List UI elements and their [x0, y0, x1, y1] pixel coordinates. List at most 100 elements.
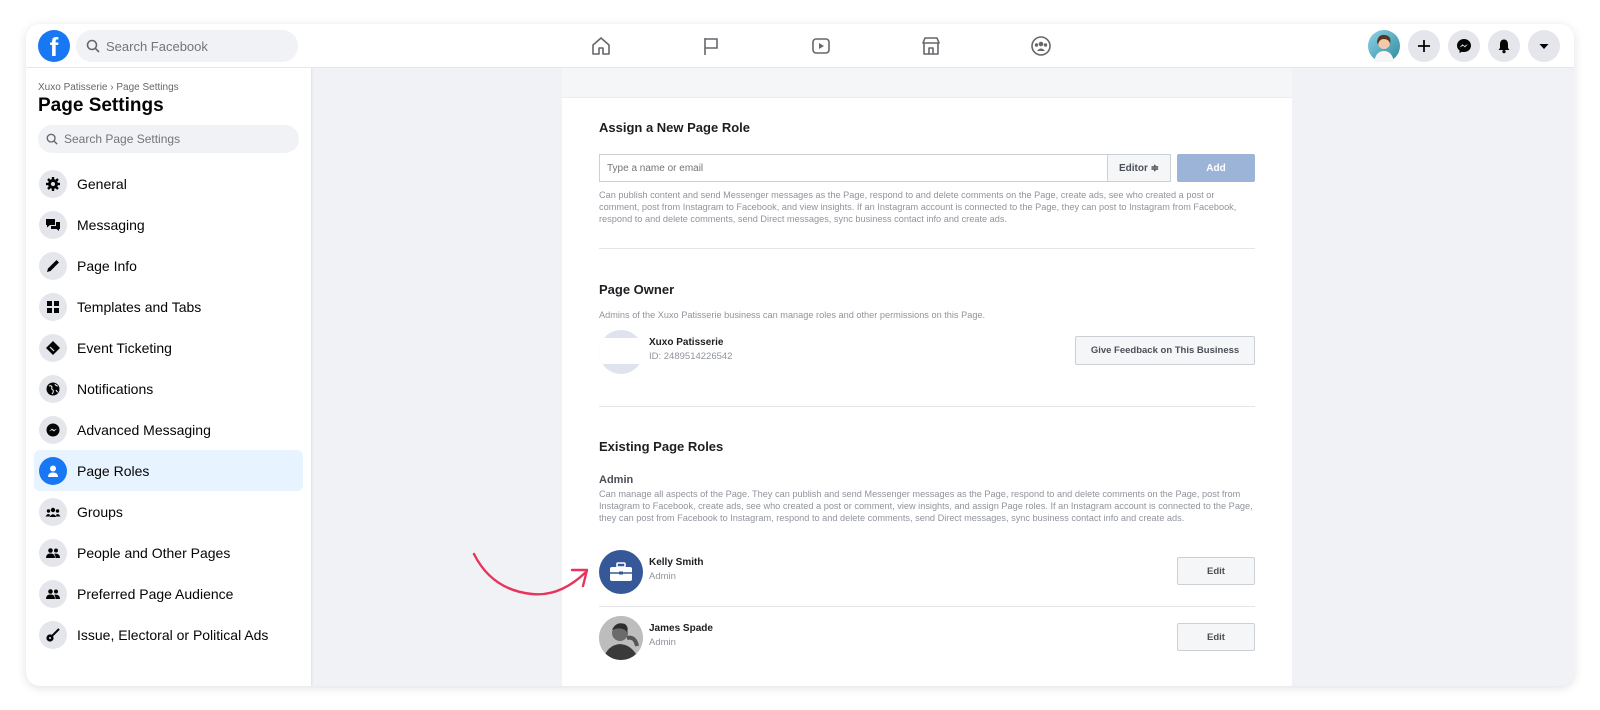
- role-select[interactable]: Editor ≑: [1107, 154, 1171, 182]
- sidebar-item-label: Notifications: [77, 380, 154, 397]
- flag-icon: [704, 38, 718, 55]
- settings-search[interactable]: [38, 125, 299, 153]
- groups-icon: [1031, 36, 1051, 56]
- page-settings-sidebar: Xuxo Patisserie › Page Settings Page Set…: [26, 68, 311, 686]
- row-divider: [599, 606, 1255, 607]
- assign-role-title: Assign a New Page Role: [599, 120, 750, 135]
- sidebar-item-political-ads[interactable]: Issue, Electoral or Political Ads: [34, 614, 303, 655]
- main-nav: [546, 24, 1096, 68]
- caret-down-icon: [1539, 44, 1549, 49]
- bell-icon: [1498, 39, 1510, 54]
- nav-pages[interactable]: [656, 24, 766, 68]
- kelly-smith-avatar[interactable]: [599, 550, 643, 594]
- sidebar-item-label: People and Other Pages: [77, 544, 231, 561]
- editor-role-description: Can publish content and send Messenger m…: [599, 190, 1237, 224]
- group-icon: [39, 497, 67, 526]
- people-icon: [39, 538, 67, 567]
- top-navigation-bar: f: [26, 24, 1574, 68]
- sidebar-item-label: Advanced Messaging: [77, 421, 211, 438]
- owner-name[interactable]: Xuxo Patisserie: [649, 337, 723, 348]
- nav-watch[interactable]: [766, 24, 876, 68]
- search-icon: [46, 133, 58, 145]
- sidebar-item-page-info[interactable]: Page Info: [34, 245, 303, 286]
- admin-heading: Admin: [599, 474, 634, 486]
- messenger-icon: [39, 415, 67, 444]
- sidebar-item-label: Page Roles: [77, 462, 150, 479]
- sidebar-item-label: Messaging: [77, 216, 145, 233]
- sidebar-item-event-ticketing[interactable]: Event Ticketing: [34, 327, 303, 368]
- annotation-arrow: [472, 552, 589, 596]
- person-role: Admin: [649, 637, 676, 648]
- give-feedback-button[interactable]: Give Feedback on This Business: [1075, 336, 1255, 365]
- user-photo-icon: [599, 616, 643, 660]
- home-icon: [592, 37, 610, 55]
- sidebar-item-notifications[interactable]: Notifications: [34, 368, 303, 409]
- section-divider: [599, 248, 1255, 249]
- sidebar-item-label: Templates and Tabs: [77, 298, 202, 315]
- sidebar-item-templates-and-tabs[interactable]: Templates and Tabs: [34, 286, 303, 327]
- browser-frame: f Search Facebook Xuxo Patisserie › Page…: [26, 24, 1574, 686]
- chat-icon: [39, 210, 67, 239]
- gear-icon: [39, 169, 67, 198]
- messenger-icon: [1457, 39, 1471, 53]
- account-menu-button[interactable]: [1528, 30, 1560, 62]
- nav-groups[interactable]: [986, 24, 1096, 68]
- sidebar-item-groups[interactable]: Groups: [34, 491, 303, 532]
- marketplace-icon: [922, 37, 940, 55]
- messenger-button[interactable]: [1448, 30, 1480, 62]
- admin-role-description: Can manage all aspects of the Page. They…: [599, 489, 1253, 523]
- sidebar-item-label: General: [77, 175, 127, 192]
- sidebar-item-label: Preferred Page Audience: [77, 585, 234, 602]
- user-photo-icon: [1374, 34, 1394, 62]
- globe-icon: [39, 374, 67, 403]
- plus-icon: [1418, 40, 1430, 52]
- ticket-icon: [39, 333, 67, 362]
- guitar-icon: [39, 620, 67, 649]
- person-name[interactable]: James Spade: [649, 623, 713, 634]
- sidebar-item-label: Page Info: [77, 257, 137, 274]
- facebook-search[interactable]: [76, 30, 298, 62]
- sidebar-item-label: Event Ticketing: [77, 339, 172, 356]
- briefcase-icon: [610, 562, 632, 581]
- account-controls: [1368, 30, 1560, 62]
- sidebar-item-messaging[interactable]: Messaging: [34, 204, 303, 245]
- james-spade-avatar[interactable]: [599, 616, 643, 660]
- page-owner-title: Page Owner: [599, 282, 675, 297]
- search-icon: [86, 39, 100, 53]
- business-avatar[interactable]: [599, 330, 643, 374]
- nav-home[interactable]: [546, 24, 656, 68]
- add-button[interactable]: Add: [1177, 154, 1255, 182]
- existing-roles-title: Existing Page Roles: [599, 439, 724, 454]
- notifications-button[interactable]: [1488, 30, 1520, 62]
- edit-button[interactable]: Edit: [1177, 557, 1255, 585]
- page-roles-panel: Assign a New Page Role Editor ≑ Add Can …: [562, 68, 1292, 686]
- pencil-icon: [39, 251, 67, 280]
- section-divider: [599, 406, 1255, 407]
- breadcrumb[interactable]: Xuxo Patisserie › Page Settings: [34, 82, 303, 93]
- settings-search-input[interactable]: [64, 132, 284, 146]
- page-owner-description: Admins of the Xuxo Patisserie business c…: [599, 310, 986, 320]
- sidebar-item-preferred-page-audience[interactable]: Preferred Page Audience: [34, 573, 303, 614]
- person-icon: [39, 456, 67, 485]
- sidebar-item-page-roles[interactable]: Page Roles: [34, 450, 303, 491]
- sidebar-item-people-and-other-pages[interactable]: People and Other Pages: [34, 532, 303, 573]
- sidebar-item-label: Issue, Electoral or Political Ads: [77, 626, 269, 643]
- nav-marketplace[interactable]: [876, 24, 986, 68]
- sidebar-item-label: Groups: [77, 503, 123, 520]
- panel-header-strip: [562, 68, 1292, 98]
- sidebar-item-general[interactable]: General: [34, 163, 303, 204]
- grid-icon: [39, 292, 67, 321]
- facebook-logo[interactable]: f: [38, 30, 70, 62]
- person-role: Admin: [649, 571, 676, 582]
- role-name-input[interactable]: [599, 154, 1107, 182]
- page-title: Page Settings: [38, 95, 164, 116]
- avatar[interactable]: [1368, 30, 1400, 62]
- person-name[interactable]: Kelly Smith: [649, 557, 703, 568]
- create-button[interactable]: [1408, 30, 1440, 62]
- facebook-search-input[interactable]: [106, 38, 286, 54]
- people-icon: [39, 579, 67, 608]
- sidebar-item-advanced-messaging[interactable]: Advanced Messaging: [34, 409, 303, 450]
- edit-button[interactable]: Edit: [1177, 623, 1255, 651]
- owner-id: ID: 2489514226542: [649, 351, 733, 362]
- video-icon: [812, 38, 830, 54]
